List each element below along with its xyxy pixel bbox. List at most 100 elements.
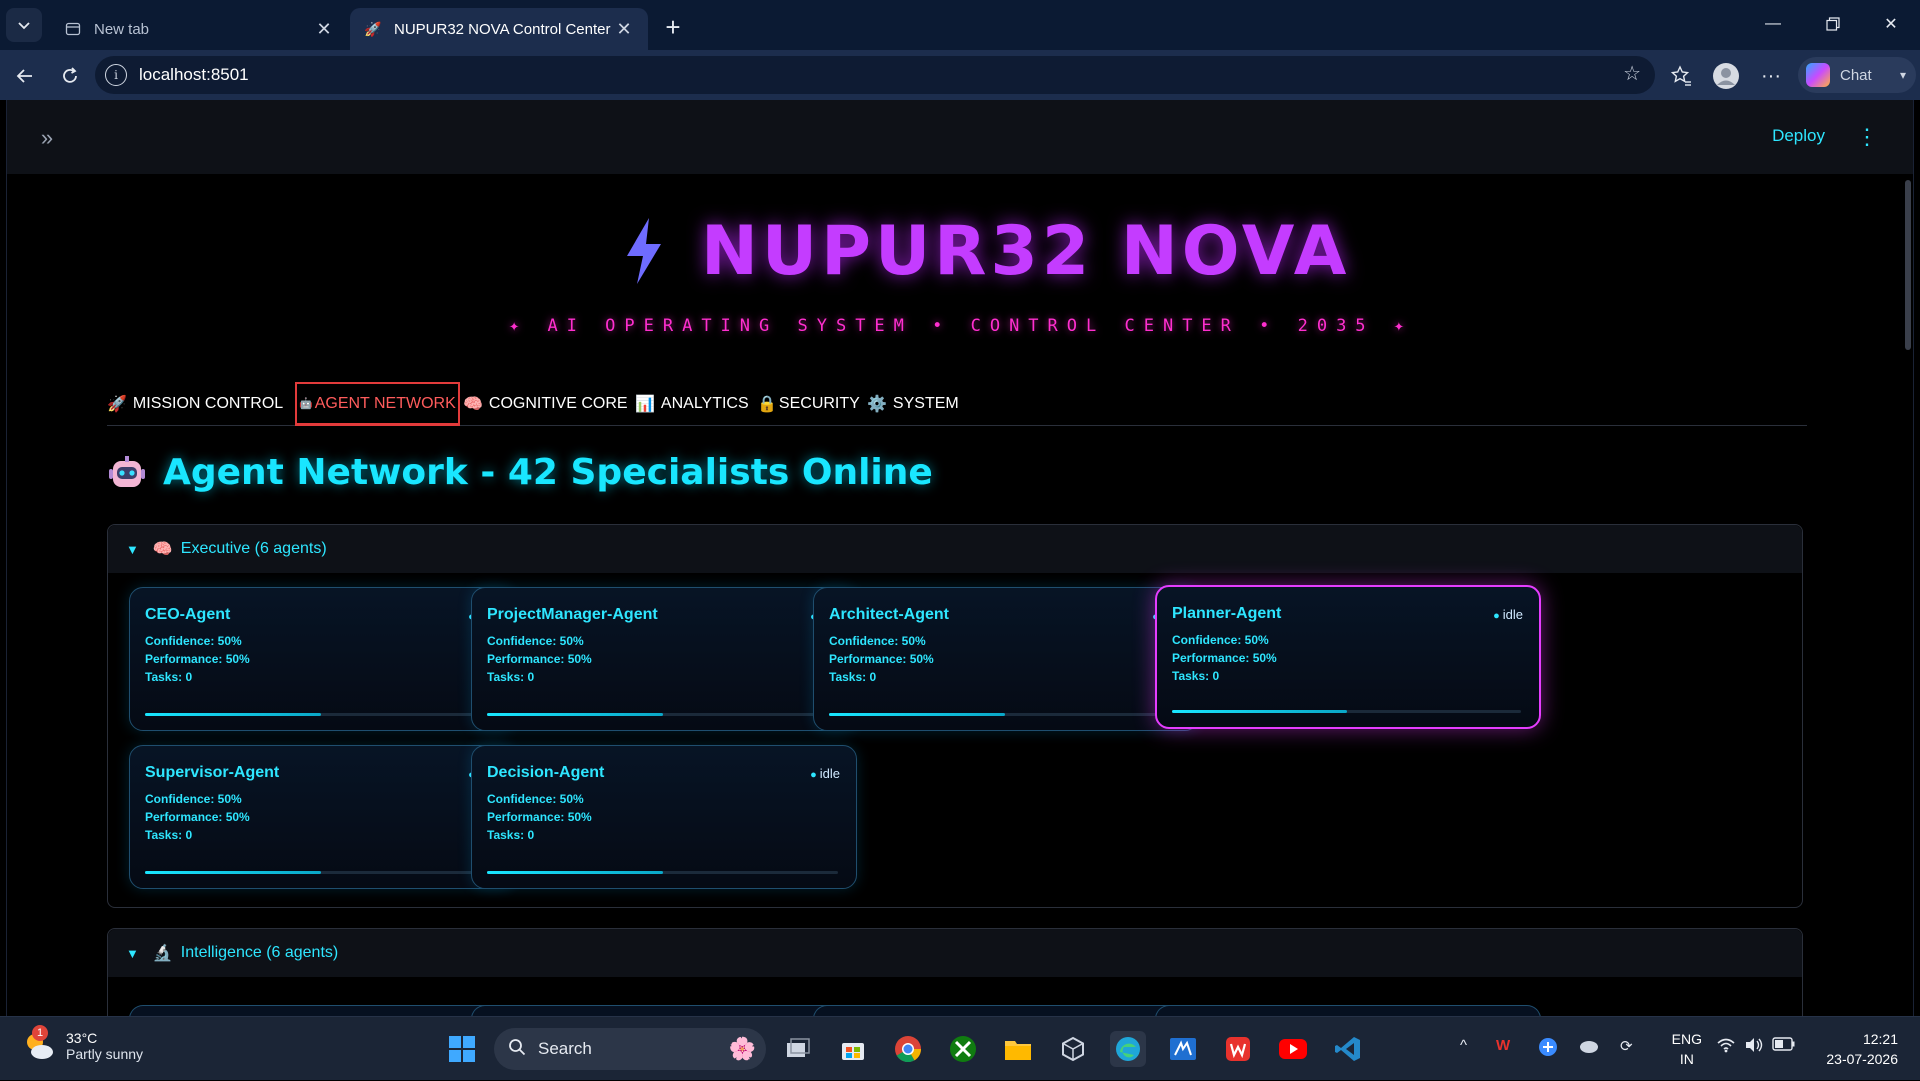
clock-time: 12:21 (1862, 1031, 1898, 1047)
taskbar-clock[interactable]: 12:21 23-07-2026 (1826, 1029, 1898, 1069)
agent-card[interactable]: Architect-Agent ●idle Confidence: 50% Pe… (813, 587, 1199, 731)
window-close-icon[interactable]: ✕ (1868, 6, 1914, 42)
progress-bar (487, 713, 838, 716)
edge-icon[interactable] (1110, 1031, 1146, 1067)
microsoft-store-icon[interactable] (835, 1031, 871, 1067)
close-icon[interactable]: ✕ (314, 19, 334, 39)
agent-card[interactable]: Decision-Agent ● idle Confidence: 50% Per… (471, 745, 857, 889)
tab-new-tab[interactable]: New tab ✕ (50, 8, 348, 50)
copilot-label: Chat (1840, 66, 1872, 84)
tab-label: SYSTEM (892, 395, 959, 412)
app-cube-icon[interactable] (1055, 1031, 1091, 1067)
page-scrollbar[interactable] (1903, 176, 1911, 1016)
vscode-icon[interactable] (1330, 1031, 1366, 1067)
tab-control-center[interactable]: 🚀 NUPUR32 NOVA Control Center ✕ (350, 8, 648, 50)
page-title: Agent Network - 42 Specialists Online (107, 452, 933, 493)
gear-icon: ⚙️ (867, 396, 887, 413)
info-icon[interactable]: i (105, 64, 127, 86)
tab-label: COGNITIVE CORE (488, 395, 628, 412)
star-icon[interactable]: ☆ (1623, 64, 1641, 84)
chevron-up-icon[interactable]: ^ (1460, 1037, 1467, 1054)
address-bar[interactable]: i localhost:8501 ☆ (95, 56, 1655, 94)
expander-executive: ▼ 🧠 Executive (6 agents) CEO-Agent ●idle… (107, 524, 1803, 908)
refresh-icon[interactable] (53, 59, 87, 93)
app-header: » Deploy ⋮ (7, 100, 1913, 174)
agent-card[interactable]: CEO-Agent ●idle Confidence: 50% Performa… (129, 587, 515, 731)
new-tab-button[interactable]: + (658, 12, 688, 42)
tab-analytics[interactable]: 📊 ANALYTICS (635, 382, 749, 426)
tray-blue-icon[interactable] (1538, 1037, 1558, 1061)
youtube-icon[interactable] (1275, 1031, 1311, 1067)
chart-icon: 📊 (635, 396, 655, 413)
favorites-icon[interactable] (1664, 59, 1698, 93)
taskbar-search[interactable]: Search 🌸 (494, 1028, 766, 1070)
tab-system[interactable]: ⚙️ SYSTEM (867, 382, 959, 426)
status-dot-icon: ● (810, 769, 817, 781)
tab-agent-network[interactable]: 🤖 AGENT NETWORK (295, 382, 460, 426)
streamlit-app: » Deploy ⋮ NUPUR32 NOVA ✦ AI OPERATING S… (6, 100, 1914, 1016)
newtab-icon (64, 20, 82, 38)
status-badge: ●idle (810, 766, 840, 781)
tab-security[interactable]: 🔒 SECURITY (757, 382, 860, 426)
section-heading-text: Agent Network - 42 Specialists Online (163, 452, 933, 493)
agent-name: Supervisor-Agent (145, 764, 280, 781)
windows-taskbar: 1 33°C Partly sunny Search 🌸 ^ W ⟳ ENG I… (0, 1016, 1920, 1080)
more-options-icon[interactable]: ··· (1754, 59, 1788, 93)
agent-card[interactable] (471, 1005, 857, 1016)
confidence-stat: Confidence: 50% (145, 634, 242, 648)
sync-icon[interactable]: ⟳ (1620, 1037, 1633, 1055)
tab-list-button[interactable] (6, 8, 42, 42)
file-explorer-icon[interactable] (1000, 1031, 1036, 1067)
progress-bar (145, 713, 496, 716)
browser-tabstrip: New tab ✕ 🚀 NUPUR32 NOVA Control Center … (0, 0, 1920, 50)
sidebar-expand-icon[interactable]: » (33, 124, 61, 152)
wps-tray-icon[interactable]: W (1496, 1037, 1510, 1054)
battery-icon[interactable] (1772, 1037, 1796, 1055)
start-windows-icon[interactable] (444, 1031, 480, 1067)
cloud-sync-icon[interactable] (1578, 1037, 1600, 1059)
weather-widget[interactable]: 1 33°C Partly sunny (22, 1025, 143, 1063)
lock-icon: 🔒 (757, 396, 777, 413)
progress-fill (487, 871, 663, 874)
agent-card[interactable] (129, 1005, 515, 1016)
wps-office-icon[interactable] (1220, 1031, 1256, 1067)
agent-card-hovered[interactable]: Planner-Agent ● idle Confidence: 50% Perf… (1155, 585, 1541, 729)
expander-header[interactable]: ▼ 🔬 Intelligence (6 agents) (108, 929, 1802, 977)
tab-cognitive-core[interactable]: 🧠 COGNITIVE CORE (463, 382, 628, 426)
kebab-menu-icon[interactable]: ⋮ (1856, 122, 1878, 152)
copilot-chat-button[interactable]: Chat ▾ (1798, 57, 1916, 93)
progress-bar (487, 871, 838, 874)
progress-bar (829, 713, 1180, 716)
volume-icon[interactable] (1744, 1037, 1764, 1057)
deploy-button[interactable]: Deploy (1772, 126, 1825, 146)
browser-toolbar: i localhost:8501 ☆ ··· Chat ▾ (0, 50, 1920, 100)
main-nav-tabs: 🚀 MISSION CONTROL 🤖 AGENT NETWORK 🧠 COGN… (107, 382, 1807, 426)
wifi-icon[interactable] (1716, 1037, 1736, 1057)
expander-header[interactable]: ▼ 🧠 Executive (6 agents) (108, 525, 1802, 573)
agent-card[interactable] (1155, 1005, 1541, 1016)
confidence-stat: Confidence: 50% (1172, 633, 1269, 647)
close-icon[interactable]: ✕ (614, 19, 634, 39)
agent-card[interactable]: ProjectManager-Agent ●idle Confidence: 5… (471, 587, 857, 731)
lang-region: IN (1679, 1051, 1694, 1067)
agent-card[interactable] (813, 1005, 1199, 1016)
expander-label: Executive (6 agents) (180, 540, 327, 557)
chrome-icon[interactable] (890, 1031, 926, 1067)
task-view-icon[interactable] (780, 1031, 816, 1067)
profile-avatar[interactable] (1709, 59, 1743, 93)
agent-card[interactable]: Supervisor-Agent ●idle Confidence: 50% P… (129, 745, 515, 889)
performance-stat: Performance: 50% (829, 652, 934, 666)
confidence-stat: Confidence: 50% (145, 792, 242, 806)
restore-icon[interactable] (1810, 6, 1856, 42)
minimize-icon[interactable]: — (1750, 6, 1796, 42)
clock-date: 23-07-2026 (1826, 1051, 1898, 1067)
performance-stat: Performance: 50% (145, 652, 250, 666)
tab-mission-control[interactable]: 🚀 MISSION CONTROL (107, 382, 283, 426)
performance-stat: Performance: 50% (487, 810, 592, 824)
performance-stat: Performance: 50% (145, 810, 250, 824)
back-icon[interactable] (8, 59, 42, 93)
xbox-icon[interactable] (945, 1031, 981, 1067)
rocket-icon: 🚀 (107, 396, 127, 413)
language-indicator[interactable]: ENG IN (1672, 1029, 1702, 1069)
remote-desktop-icon[interactable] (1165, 1031, 1201, 1067)
